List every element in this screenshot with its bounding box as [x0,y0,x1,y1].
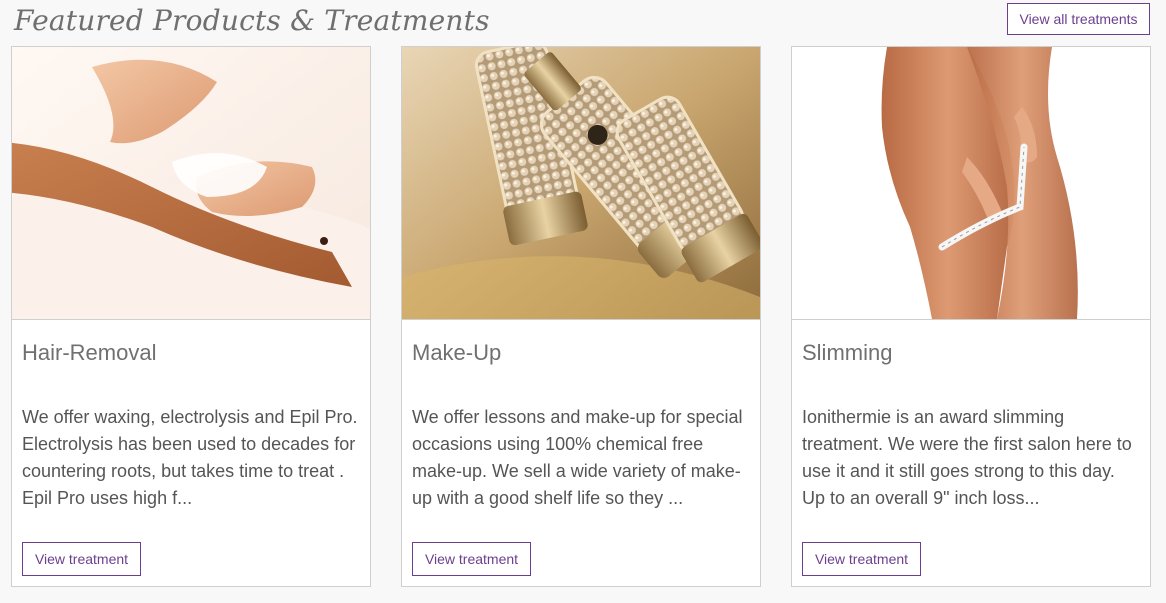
card-description: We offer lessons and make-up for special… [412,407,743,508]
hair-removal-photo-icon [12,47,370,319]
view-treatment-button[interactable]: View treatment [412,542,531,576]
card-title: Hair-Removal [22,340,157,365]
treatment-card-hair-removal: Hair-Removal We offer waxing, electrolys… [11,46,371,587]
card-title: Make-Up [412,340,502,365]
card-title: Slimming [802,340,893,365]
view-treatment-button[interactable]: View treatment [22,542,141,576]
slimming-image[interactable] [792,47,1150,320]
view-all-treatments-button[interactable]: View all treatments [1007,3,1150,35]
treatment-card-slimming: Slimming Ionithermie is an award slimmin… [791,46,1151,587]
view-treatment-button[interactable]: View treatment [802,542,921,576]
make-up-image[interactable] [402,47,760,320]
card-description: We offer waxing, electrolysis and Epil P… [22,407,358,508]
section-title: Featured Products & Treatments [14,4,490,37]
treatment-card-make-up: Make-Up We offer lessons and make-up for… [401,46,761,587]
hair-removal-image[interactable] [12,47,370,320]
card-description: Ionithermie is an award slimming treatme… [802,407,1132,508]
make-up-photo-icon [402,47,760,319]
slimming-photo-icon [792,47,1150,319]
